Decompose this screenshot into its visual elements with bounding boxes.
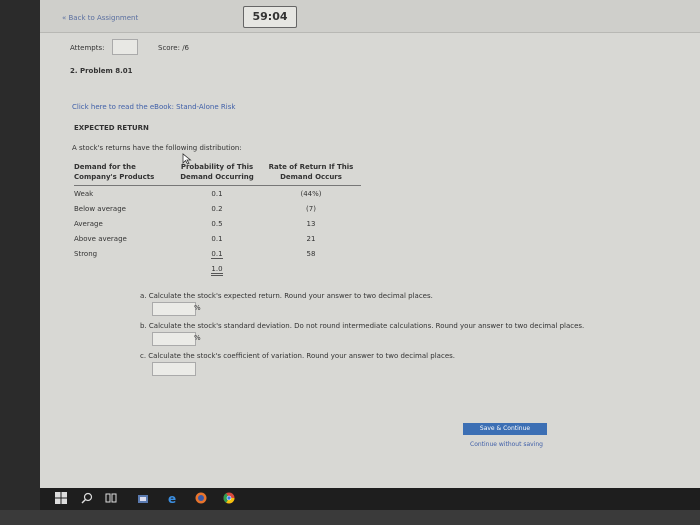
- ebook-link[interactable]: Click here to read the eBook: Stand-Alon…: [72, 103, 235, 111]
- header-demand: Demand for the Company's Products: [74, 160, 173, 186]
- demand-cell: Weak: [74, 189, 94, 198]
- save-continue-button[interactable]: Save & Continue: [463, 423, 547, 435]
- question-c-text: c. Calculate the stock's coefficient of …: [140, 352, 455, 360]
- return-cell: (7): [306, 204, 316, 213]
- total-row: 1.0: [74, 261, 361, 276]
- table-row: Above average 0.1 21: [74, 231, 361, 246]
- back-to-assignment-link[interactable]: « Back to Assignment: [62, 14, 138, 22]
- question-a-unit: %: [194, 304, 201, 312]
- task-view-icon[interactable]: [104, 492, 118, 506]
- header-bar: « Back to Assignment 59:04: [40, 0, 700, 33]
- attempts-box: [112, 39, 138, 55]
- question-a-text: a. Calculate the stock's expected return…: [140, 292, 433, 300]
- return-cell: 58: [306, 249, 316, 258]
- chrome-icon[interactable]: [222, 492, 236, 506]
- table-row: Average 0.5 13: [74, 216, 361, 231]
- problem-panel: Attempts: Score: /6 2. Problem 8.01 Clic…: [68, 36, 688, 476]
- score-label: Score: /6: [158, 44, 190, 52]
- table-row: Strong 0.1 58: [74, 246, 361, 261]
- intro-text: A stock's returns have the following dis…: [72, 144, 242, 152]
- probability-cell: 0.1: [211, 234, 223, 243]
- probability-cell: 0.1: [211, 189, 223, 198]
- probability-value: 0.1: [211, 249, 223, 259]
- continue-without-saving-link[interactable]: Continue without saving: [470, 441, 543, 448]
- windows-icon[interactable]: [54, 492, 68, 506]
- attempts-label: Attempts:: [70, 44, 105, 52]
- search-icon[interactable]: [80, 492, 94, 506]
- probability-cell: 0.2: [211, 204, 223, 213]
- return-cell: 21: [306, 234, 316, 243]
- monitor-bezel: [0, 510, 700, 525]
- standard-deviation-input[interactable]: [152, 332, 196, 346]
- store-icon[interactable]: [136, 492, 150, 506]
- table-row: Weak 0.1 (44%): [74, 186, 361, 202]
- total-probability-cell: 1.0: [173, 261, 265, 276]
- demand-cell: Average: [74, 219, 103, 228]
- edge-icon[interactable]: e: [166, 492, 180, 506]
- return-cell: 13: [306, 219, 316, 228]
- demand-cell: Above average: [74, 234, 127, 243]
- countdown-timer: 59:04: [243, 6, 297, 28]
- probability-cell: 0.5: [211, 219, 223, 228]
- return-cell: (44%): [300, 189, 322, 198]
- svg-text:e: e: [168, 492, 176, 504]
- distribution-table: Demand for the Company's Products Probab…: [74, 160, 361, 276]
- demand-cell: Strong: [74, 249, 98, 258]
- expected-return-input[interactable]: [152, 302, 196, 316]
- probability-cell: 0.1: [173, 246, 265, 261]
- header-probability: Probability of This Demand Occurring: [173, 160, 265, 186]
- firefox-icon[interactable]: [194, 492, 208, 506]
- section-title: EXPECTED RETURN: [74, 124, 149, 132]
- question-b-unit: %: [194, 334, 201, 342]
- coefficient-of-variation-input[interactable]: [152, 362, 196, 376]
- problem-title: 2. Problem 8.01: [70, 67, 133, 75]
- question-b-text: b. Calculate the stock's standard deviat…: [140, 322, 585, 330]
- demand-cell: Below average: [74, 204, 126, 213]
- app-window: « Back to Assignment 59:04 Attempts: Sco…: [40, 0, 700, 488]
- header-return: Rate of Return If This Demand Occurs: [265, 160, 361, 186]
- table-row: Below average 0.2 (7): [74, 201, 361, 216]
- taskbar: e: [40, 488, 700, 510]
- total-probability: 1.0: [211, 264, 223, 276]
